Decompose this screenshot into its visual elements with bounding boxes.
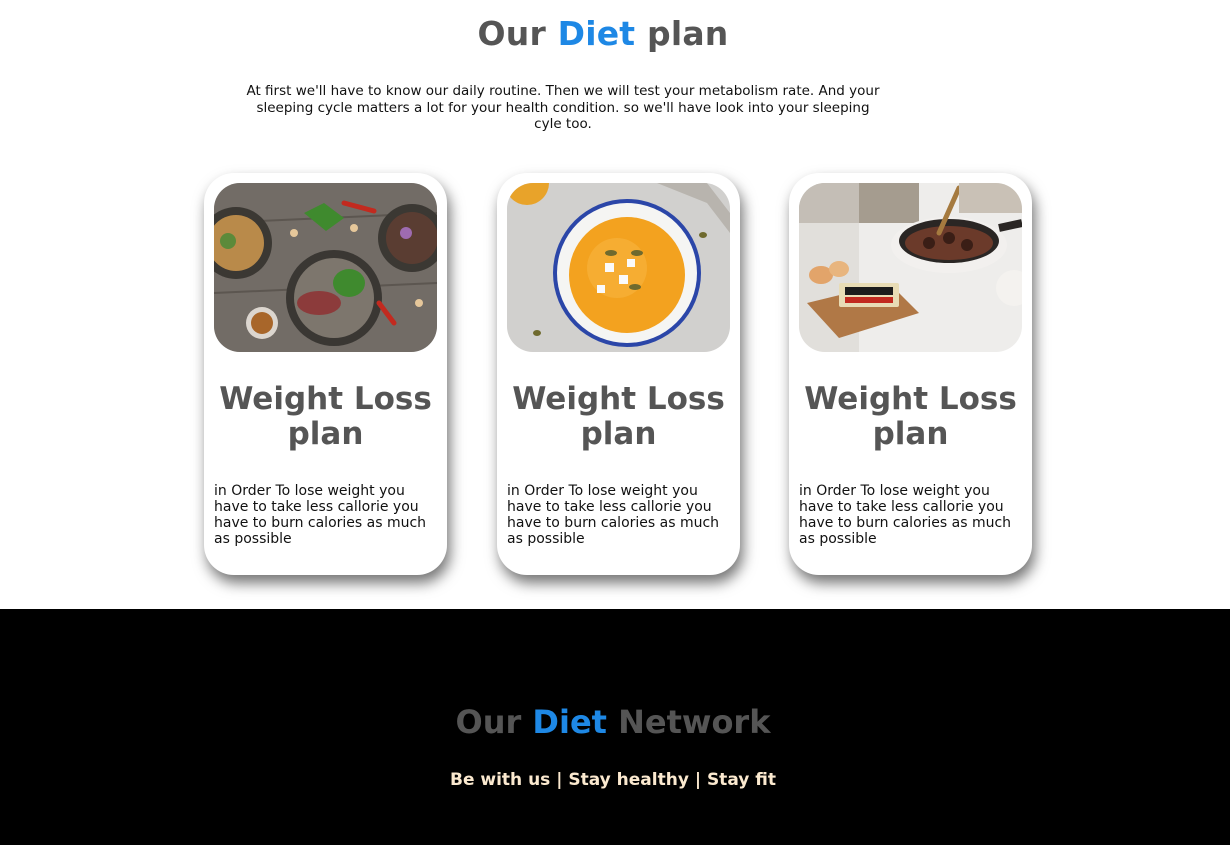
card-description: in Order To lose weight you have to take…	[799, 483, 1012, 547]
card-description: in Order To lose weight you have to take…	[507, 483, 720, 547]
diet-network-footer: Our Diet Network Be with us | Stay healt…	[0, 609, 1230, 845]
footer-title-rest: Network	[618, 703, 771, 741]
plan-card-2[interactable]: Weight Loss plan in Order To lose weight…	[497, 173, 740, 575]
cooking-pan-image	[799, 183, 1022, 352]
plan-card-1[interactable]: Weight Loss plan in Order To lose weight…	[204, 173, 447, 575]
plan-title-our: Our	[477, 14, 546, 53]
footer-title: Our Diet Network	[0, 703, 1226, 741]
plan-intro-text: At first we'll have to know our daily ro…	[246, 83, 880, 132]
plan-title-rest: plan	[647, 14, 729, 53]
footer-tagline: Be with us | Stay healthy | Stay fit	[449, 770, 776, 790]
pumpkin-soup-image	[507, 183, 730, 352]
pumpkin-soup-photo	[507, 183, 730, 352]
food-bowls-photo	[214, 183, 437, 352]
footer-title-our: Our	[455, 703, 522, 741]
plan-card-3[interactable]: Weight Loss plan in Order To lose weight…	[789, 173, 1032, 575]
diet-plan-section: Our Diet plan At first we'll have to kno…	[0, 0, 1230, 609]
food-bowls-image	[214, 183, 437, 352]
card-title: Weight Loss plan	[512, 381, 725, 452]
card-title: Weight Loss plan	[219, 381, 432, 452]
card-description: in Order To lose weight you have to take…	[214, 483, 427, 547]
plan-title-accent: Diet	[557, 14, 636, 53]
cooking-pan-photo	[799, 183, 1022, 352]
footer-title-accent: Diet	[532, 703, 607, 741]
card-title: Weight Loss plan	[804, 381, 1017, 452]
plan-title: Our Diet plan	[0, 14, 1206, 53]
